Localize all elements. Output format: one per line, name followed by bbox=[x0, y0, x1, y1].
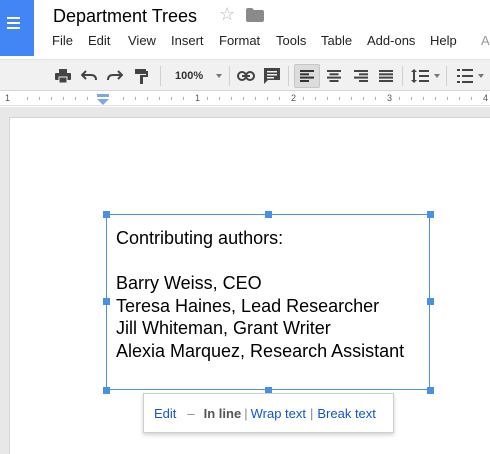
align-left-icon[interactable] bbox=[299, 67, 315, 85]
ruler-number: 1 bbox=[195, 93, 201, 103]
print-icon[interactable] bbox=[54, 67, 72, 85]
ruler-number: 2 bbox=[291, 93, 297, 103]
menu-bar: File Edit View Insert Format Tools Table… bbox=[52, 33, 457, 51]
author-line: Jill Whiteman, Grant Writer bbox=[116, 318, 331, 339]
wrap-text-link[interactable]: Wrap text bbox=[251, 406, 306, 421]
drawing-text: Contributing authors: Barry Weiss, CEO T… bbox=[116, 227, 404, 363]
menu-overflow: A bbox=[481, 33, 490, 48]
resize-handle[interactable] bbox=[427, 211, 434, 218]
resize-handle[interactable] bbox=[103, 298, 110, 305]
menu-addons[interactable]: Add-ons bbox=[367, 33, 430, 51]
align-right-icon[interactable] bbox=[353, 67, 369, 85]
menu-help[interactable]: Help bbox=[430, 33, 457, 51]
menu-format[interactable]: Format bbox=[219, 33, 276, 51]
author-line: Teresa Haines, Lead Researcher bbox=[116, 295, 380, 316]
menu-table[interactable]: Table bbox=[321, 33, 367, 51]
ruler-number: 1 bbox=[5, 93, 11, 103]
star-icon[interactable]: ☆ bbox=[219, 4, 235, 25]
indent-marker-icon[interactable] bbox=[97, 94, 109, 106]
menu-view[interactable]: View bbox=[128, 33, 171, 51]
author-line: Barry Weiss, CEO bbox=[116, 273, 262, 294]
numbered-list-icon[interactable] bbox=[456, 67, 474, 85]
link-icon[interactable] bbox=[236, 67, 256, 85]
resize-handle[interactable] bbox=[103, 211, 110, 218]
author-line: Alexia Marquez, Research Assistant bbox=[116, 340, 405, 361]
align-center-icon[interactable] bbox=[326, 67, 342, 85]
break-text-link[interactable]: Break text bbox=[317, 406, 376, 421]
menu-edit[interactable]: Edit bbox=[88, 33, 128, 51]
image-options-popup: Edit – In line | Wrap text | Break text bbox=[143, 393, 394, 433]
align-justify-icon[interactable] bbox=[378, 67, 394, 85]
folder-icon[interactable] bbox=[246, 8, 264, 22]
resize-handle[interactable] bbox=[265, 211, 272, 218]
popup-separator: | bbox=[309, 406, 314, 421]
undo-icon[interactable] bbox=[80, 67, 98, 85]
resize-handle[interactable] bbox=[103, 387, 110, 394]
edit-link[interactable]: Edit bbox=[154, 406, 176, 421]
popup-dash: – bbox=[187, 406, 195, 421]
zoom-select[interactable]: 100% bbox=[175, 70, 203, 82]
popup-separator: | bbox=[244, 406, 248, 421]
redo-icon[interactable] bbox=[106, 67, 124, 85]
ruler-number: 3 bbox=[387, 93, 393, 103]
toolbar: 100% bbox=[0, 59, 490, 91]
ruler[interactable]: 1 1 2 3 4 bbox=[0, 92, 490, 106]
document-title[interactable]: Department Trees bbox=[53, 6, 197, 27]
menu-tools[interactable]: Tools bbox=[276, 33, 321, 51]
inline-option[interactable]: In line bbox=[204, 406, 242, 421]
paint-format-icon[interactable] bbox=[132, 67, 150, 85]
drawing-blank-line bbox=[116, 250, 404, 273]
line-spacing-icon[interactable] bbox=[410, 67, 430, 85]
comment-icon[interactable] bbox=[263, 67, 281, 85]
menu-file[interactable]: File bbox=[52, 33, 88, 51]
resize-handle[interactable] bbox=[427, 387, 434, 394]
drawing-heading: Contributing authors: bbox=[116, 228, 284, 248]
ruler-number: 4 bbox=[483, 93, 489, 103]
resize-handle[interactable] bbox=[427, 298, 434, 305]
menu-insert[interactable]: Insert bbox=[171, 33, 219, 51]
docs-app-icon[interactable] bbox=[0, 0, 34, 56]
